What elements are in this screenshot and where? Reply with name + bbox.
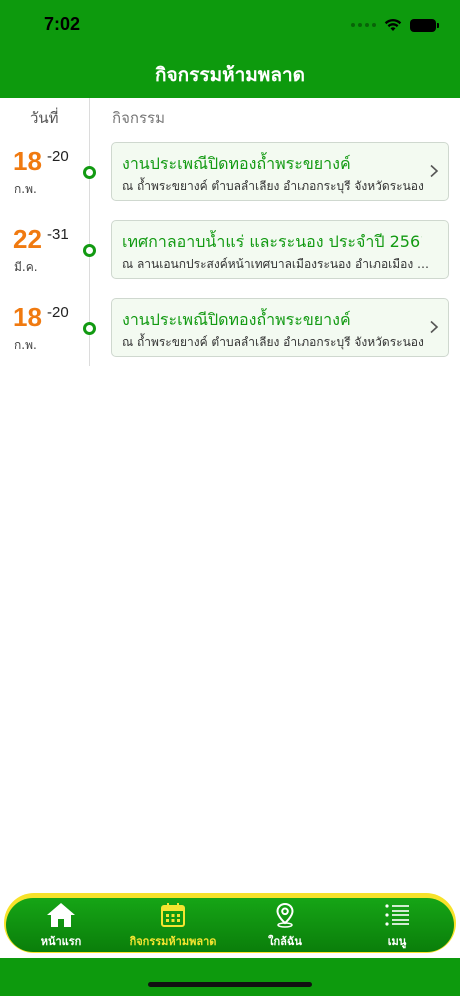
event-day: 22 [13, 224, 42, 254]
tab-menu[interactable]: เมนู [342, 902, 452, 950]
location-pin-icon [276, 902, 294, 928]
tab-label: เมนู [387, 935, 407, 948]
event-title: เทศกาลอาบน้ำแร่ และระนอง ประจำปี 2561 [122, 232, 422, 251]
wifi-icon [384, 19, 402, 31]
event-card[interactable]: งานประเพณีปิดทองถ้ำพระขยางค์ ณ ถ้ำพระขยา… [111, 142, 449, 201]
home-icon [47, 903, 75, 927]
event-day: 18 [13, 146, 42, 176]
tab-activities[interactable]: กิจกรรมห้ามพลาด [118, 902, 228, 950]
event-day: 18 [13, 302, 42, 332]
tab-home[interactable]: หน้าแรก [6, 902, 116, 950]
tab-label: ใกล้ฉัน [268, 935, 302, 948]
calendar-icon [161, 903, 185, 927]
event-row: 18 -20 ก.พ. งานประเพณีปิดทองถ้ำพระขยางค์… [0, 298, 460, 360]
tab-nearby[interactable]: ใกล้ฉัน [230, 902, 340, 950]
activity-column-header: กิจกรรม [112, 109, 165, 127]
battery-icon [410, 18, 439, 32]
event-month: มี.ค. [14, 260, 38, 274]
event-month: ก.พ. [14, 182, 37, 196]
signal-icon [351, 23, 376, 27]
home-indicator [148, 982, 312, 987]
date-column-header: วันที่ [30, 109, 59, 127]
event-end-day: -31 [47, 226, 69, 243]
event-title: งานประเพณีปิดทองถ้ำพระขยางค์ [122, 154, 351, 173]
event-month: ก.พ. [14, 338, 37, 352]
event-end-day: -20 [47, 304, 69, 321]
status-bar: 7:02 [0, 0, 460, 50]
page-title: กิจกรรมห้ามพลาด [155, 64, 305, 86]
event-location: ณ ถ้ำพระขยางค์ ตำบลลำเลียง อำเภอกระบุรี … [122, 335, 424, 349]
timeline-node [83, 244, 96, 257]
event-card[interactable]: เทศกาลอาบน้ำแร่ และระนอง ประจำปี 2561 ณ … [111, 220, 449, 279]
tab-label: กิจกรรมห้ามพลาด [129, 935, 217, 948]
status-time: 7:02 [44, 14, 81, 34]
timeline-node [83, 166, 96, 179]
timeline-node [83, 322, 96, 335]
app-header: 7:02 กิจกรรมห้ามพลาด [0, 0, 460, 98]
event-title: งานประเพณีปิดทองถ้ำพระขยางค์ [122, 310, 351, 329]
event-card[interactable]: งานประเพณีปิดทองถ้ำพระขยางค์ ณ ถ้ำพระขยา… [111, 298, 449, 357]
event-row: 18 -20 ก.พ. งานประเพณีปิดทองถ้ำพระขยางค์… [0, 142, 460, 204]
chevron-right-icon [430, 164, 439, 178]
event-location: ณ ลานเอนกประสงค์หน้าเทศบาลเมืองระนอง อำเ… [122, 257, 432, 271]
event-location: ณ ถ้ำพระขยางค์ ตำบลลำเลียง อำเภอกระบุรี … [122, 179, 424, 193]
status-icons [351, 16, 439, 34]
event-end-day: -20 [47, 148, 69, 165]
event-row: 22 -31 มี.ค. เทศกาลอาบน้ำแร่ และระนอง ปร… [0, 220, 460, 282]
list-menu-icon [385, 904, 409, 926]
tab-label: หน้าแรก [40, 935, 82, 948]
bottom-strip [0, 958, 460, 996]
chevron-right-icon [430, 320, 439, 334]
